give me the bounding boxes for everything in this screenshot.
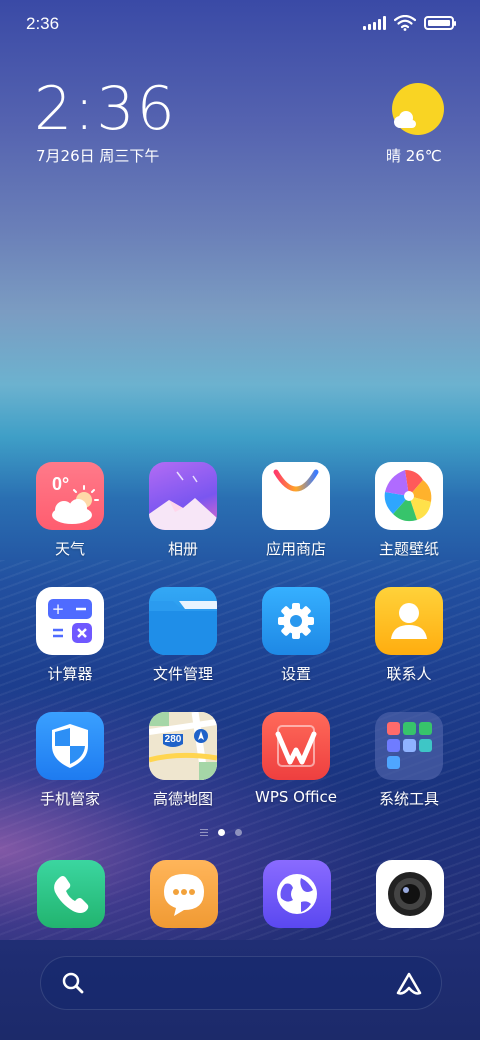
app-file-manager[interactable]: 文件管理 bbox=[127, 587, 239, 684]
highway-badge: 280 bbox=[164, 734, 182, 745]
assistant-icon[interactable] bbox=[395, 971, 423, 997]
settings-icon bbox=[262, 587, 330, 655]
app-label: 相册 bbox=[167, 540, 198, 558]
app-store[interactable]: 应用商店 bbox=[240, 462, 352, 559]
battery-icon bbox=[424, 16, 456, 30]
app-security[interactable]: 手机管家 bbox=[14, 712, 126, 809]
camera-icon[interactable] bbox=[376, 860, 444, 928]
search-icon bbox=[62, 972, 84, 994]
gallery-icon bbox=[149, 462, 217, 530]
browser-icon[interactable] bbox=[263, 860, 331, 928]
contacts-icon bbox=[375, 587, 443, 655]
app-contacts[interactable]: 联系人 bbox=[353, 587, 465, 684]
svg-text:+: + bbox=[52, 600, 65, 618]
search-bar[interactable] bbox=[40, 956, 442, 1010]
weather-icon: 0° bbox=[36, 462, 104, 530]
status-time: 2:36 bbox=[26, 14, 60, 33]
app-label: 高德地图 bbox=[152, 790, 213, 808]
status-bar: 2:36 bbox=[0, 0, 480, 50]
app-settings[interactable]: 设置 bbox=[240, 587, 352, 684]
system-tools-folder-icon bbox=[375, 712, 443, 780]
app-label: 设置 bbox=[280, 665, 311, 683]
app-label: 文件管理 bbox=[152, 665, 213, 683]
app-label: 计算器 bbox=[47, 665, 93, 683]
folder-system-tools[interactable]: 系统工具 bbox=[353, 712, 465, 809]
clock-widget-time[interactable]: 2:36 bbox=[34, 78, 177, 140]
status-icons bbox=[363, 15, 456, 31]
app-weather[interactable]: 0° 天气 bbox=[14, 462, 126, 559]
app-wps-office[interactable]: WPS Office bbox=[240, 712, 352, 806]
wps-office-icon bbox=[262, 712, 330, 780]
amap-icon: 280 bbox=[149, 712, 217, 780]
security-icon bbox=[36, 712, 104, 780]
phone-icon[interactable] bbox=[37, 860, 105, 928]
page-dot-2 bbox=[235, 829, 242, 836]
app-calculator[interactable]: + 计算器 bbox=[14, 587, 126, 684]
app-label: 天气 bbox=[54, 540, 85, 558]
app-gallery[interactable]: 相册 bbox=[127, 462, 239, 559]
wifi-icon bbox=[394, 15, 416, 31]
app-label: 应用商店 bbox=[265, 540, 326, 558]
messages-icon[interactable] bbox=[150, 860, 218, 928]
clock-widget-date[interactable]: 7月26日 周三下午 bbox=[36, 145, 159, 166]
app-label: 手机管家 bbox=[39, 790, 100, 808]
weather-widget-text[interactable]: 晴 26℃ bbox=[386, 145, 442, 166]
signal-icon bbox=[363, 16, 386, 30]
page-dot-1 bbox=[218, 829, 225, 836]
app-amap[interactable]: 280 高德地图 bbox=[127, 712, 239, 809]
sun-cloud-icon[interactable] bbox=[390, 82, 446, 138]
file-manager-icon bbox=[149, 587, 217, 655]
app-label: 联系人 bbox=[386, 665, 432, 683]
calculator-icon: + bbox=[36, 587, 104, 655]
page-indicator[interactable] bbox=[200, 829, 242, 836]
app-label: 主题壁纸 bbox=[378, 540, 439, 558]
menu-lines-icon bbox=[200, 829, 208, 836]
app-themes[interactable]: 主题壁纸 bbox=[353, 462, 465, 559]
app-label: WPS Office bbox=[255, 788, 337, 806]
app-store-icon bbox=[262, 462, 330, 530]
themes-icon bbox=[375, 462, 443, 530]
app-label: 系统工具 bbox=[378, 790, 439, 808]
